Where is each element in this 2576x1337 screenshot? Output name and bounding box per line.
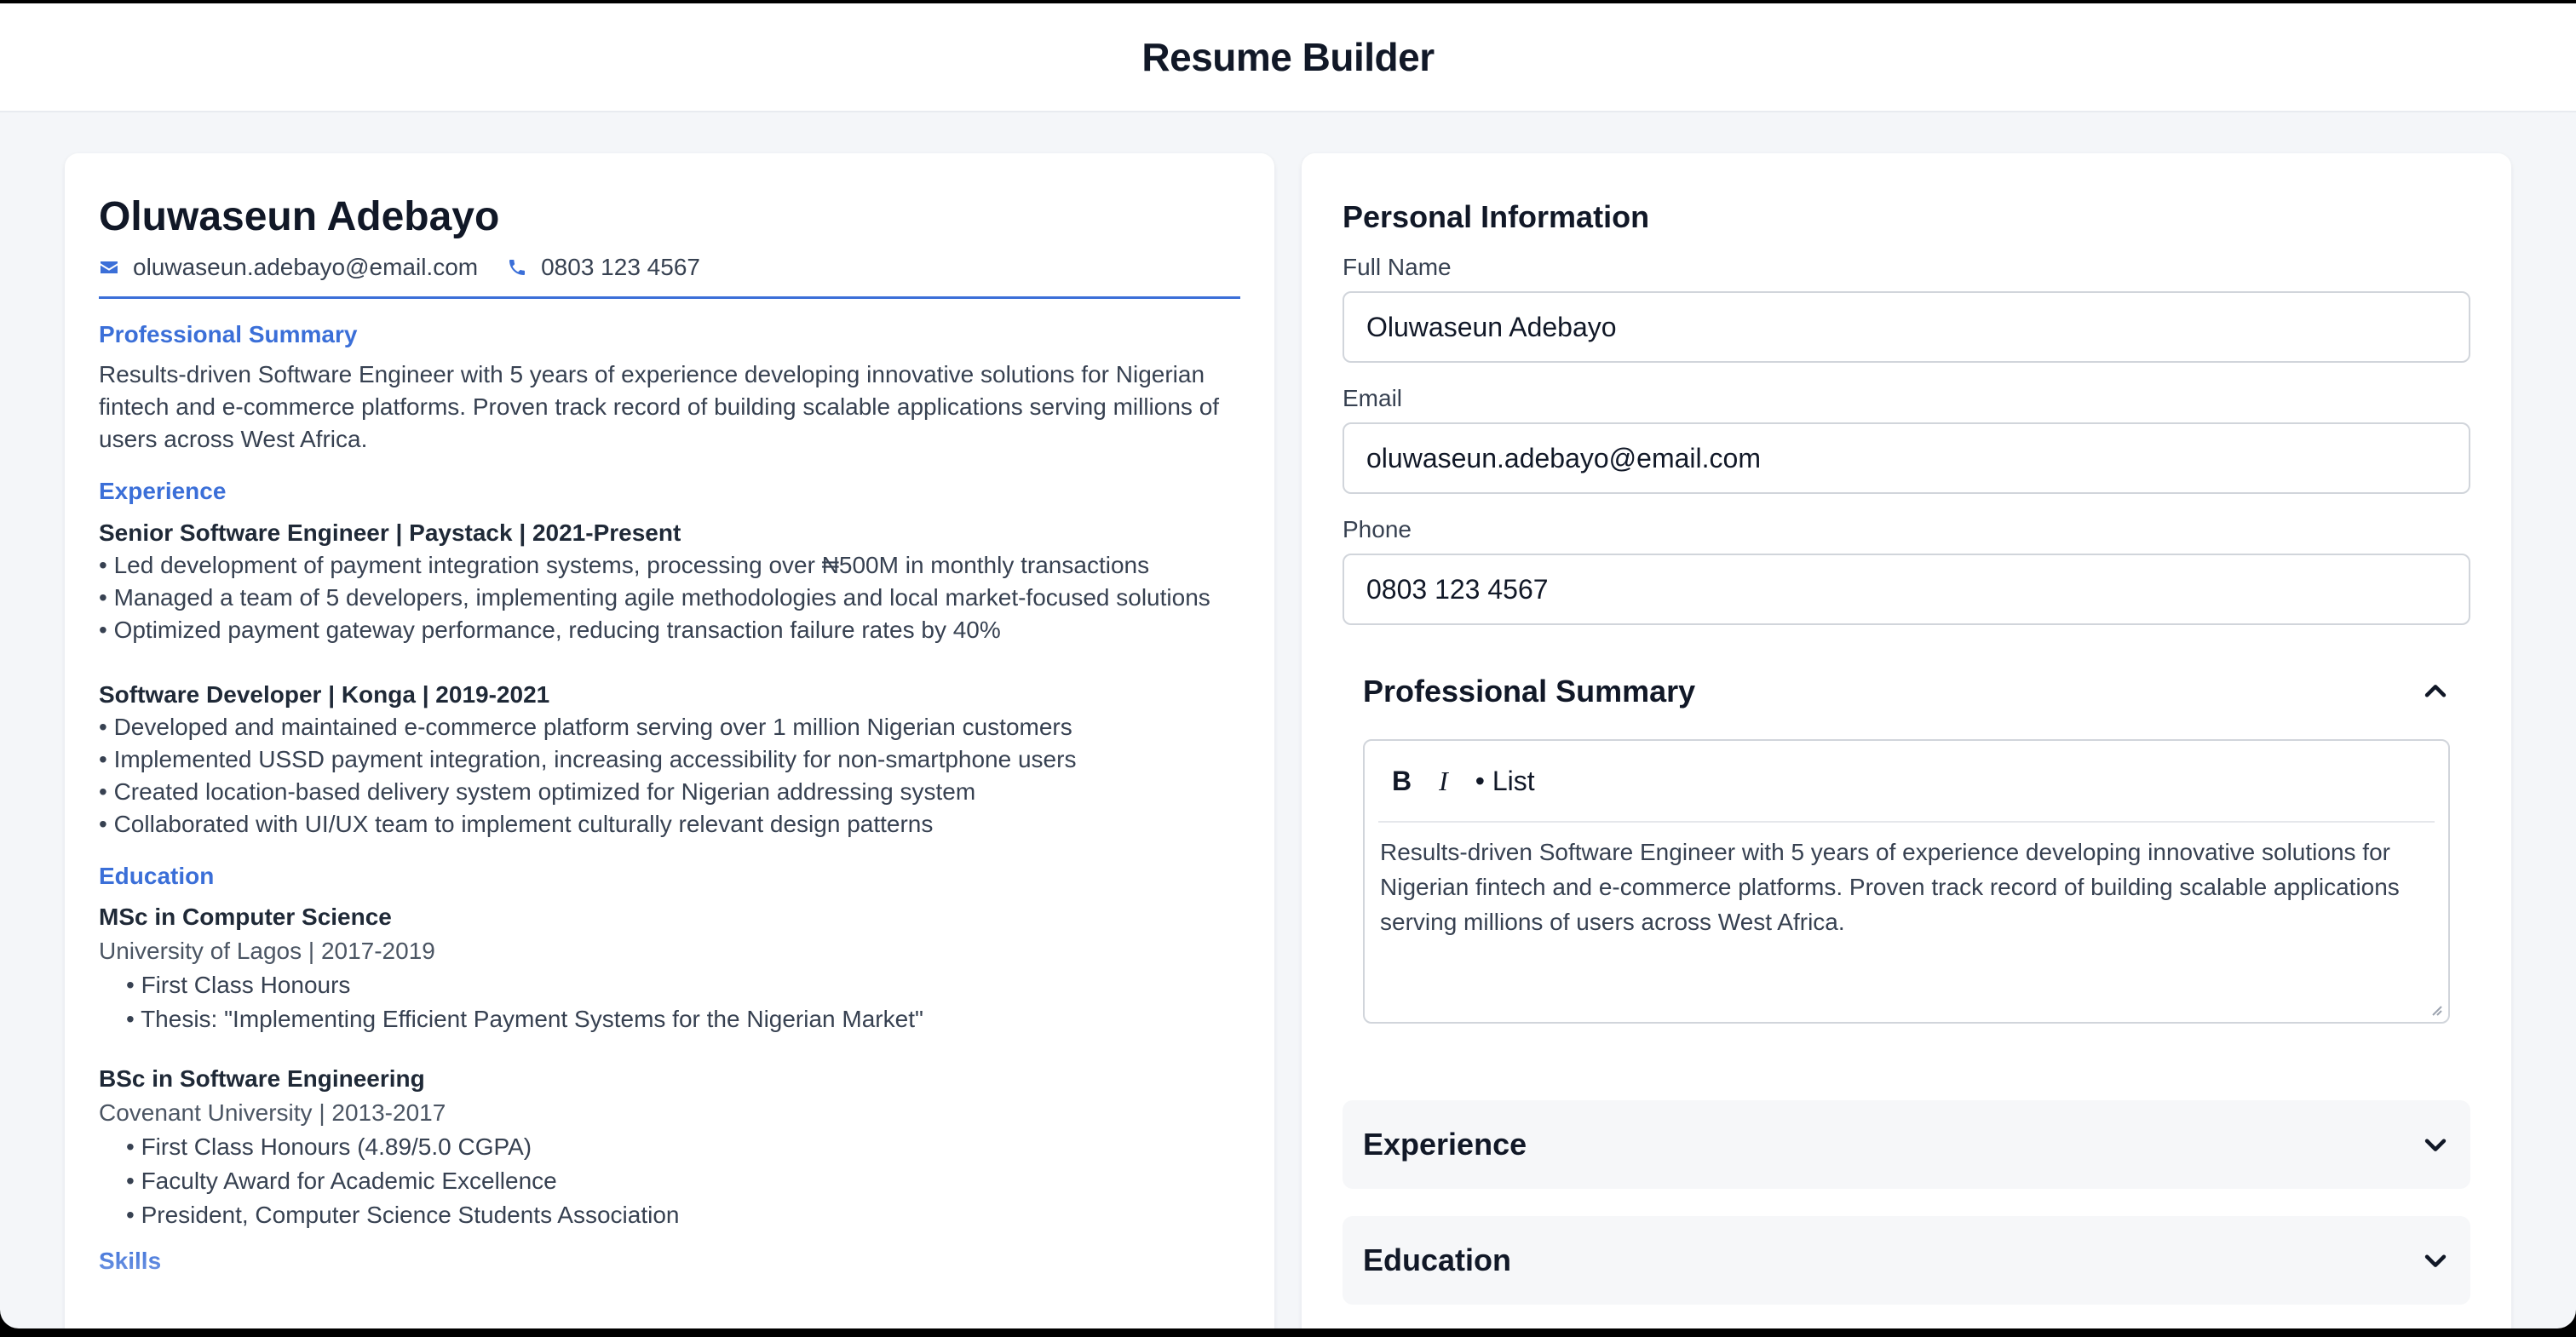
preview-summary-heading: Professional Summary <box>99 320 358 347</box>
preview-skills-heading: Skills <box>99 1247 162 1274</box>
phone-icon <box>509 259 526 275</box>
personal-info-heading: Personal Information <box>1343 199 1650 234</box>
preview-email: oluwaseun.adebayo@email.com <box>99 254 478 281</box>
email-label: Email <box>1343 385 1403 411</box>
app-window: Resume Builder Oluwaseun Adebayo oluwase… <box>0 3 2576 1328</box>
education-degree: MSc in Computer Science <box>99 903 392 930</box>
job-bullet: • Created location-based delivery system… <box>99 778 976 805</box>
chevron-up-icon[interactable] <box>2421 677 2450 706</box>
rich-text-toolbar: B I • List <box>1378 741 2435 823</box>
education-item: • First Class Honours (4.89/5.0 CGPA) <box>126 1133 532 1160</box>
experience-section-header[interactable]: Experience <box>1343 1100 2470 1189</box>
summary-section-header[interactable]: Professional Summary <box>1363 669 2450 714</box>
preview-phone-text: 0803 123 4567 <box>541 253 700 280</box>
summary-section-title: Professional Summary <box>1363 674 1696 709</box>
preview-education-entry: BSc in Software Engineering Covenant Uni… <box>99 1062 1240 1232</box>
preview-email-text: oluwaseun.adebayo@email.com <box>133 253 479 280</box>
job-title: Software Developer | Konga | 2019-2021 <box>99 680 550 708</box>
resume-editor[interactable]: Personal Information Full Name Email Pho… <box>1302 153 2511 1328</box>
preview-job: Software Developer | Konga | 2019-2021 •… <box>99 679 1240 841</box>
resize-handle-icon[interactable] <box>2428 1001 2443 1017</box>
preview-job: Senior Software Engineer | Paystack | 20… <box>99 517 1240 646</box>
preview-education-entry: MSc in Computer Science University of La… <box>99 900 1240 1036</box>
mail-icon <box>101 261 118 273</box>
full-name-label: Full Name <box>1343 254 1452 280</box>
summary-section: Professional Summary B I • List Results-… <box>1343 651 2470 1051</box>
job-bullet: • Managed a team of 5 developers, implem… <box>99 583 1210 611</box>
job-bullet: • Implemented USSD payment integration, … <box>99 745 1077 772</box>
chevron-down-icon[interactable] <box>2421 1130 2450 1159</box>
full-name-input[interactable] <box>1343 291 2470 363</box>
preview-name: Oluwaseun Adebayo <box>99 194 500 239</box>
experience-section-title: Experience <box>1363 1127 1527 1162</box>
education-school: Covenant University | 2013-2017 <box>99 1099 446 1126</box>
summary-textarea[interactable]: Results-driven Software Engineer with 5 … <box>1365 823 2448 951</box>
education-item: • Faculty Award for Academic Excellence <box>126 1167 557 1194</box>
phone-input[interactable] <box>1343 554 2470 625</box>
education-item: • President, Computer Science Students A… <box>126 1201 680 1228</box>
bold-button[interactable]: B <box>1378 755 1425 806</box>
education-item: • Thesis: "Implementing Efficient Paymen… <box>126 1005 923 1032</box>
education-section-title: Education <box>1363 1242 1512 1277</box>
preview-contact-row: oluwaseun.adebayo@email.com 0803 123 456… <box>99 254 1240 299</box>
email-input[interactable] <box>1343 422 2470 494</box>
education-section-header[interactable]: Education <box>1343 1216 2470 1305</box>
list-button[interactable]: • List <box>1462 755 1549 806</box>
resume-preview[interactable]: Oluwaseun Adebayo oluwaseun.adebayo@emai… <box>65 153 1274 1328</box>
job-bullet: • Optimized payment gateway performance,… <box>99 616 1001 643</box>
preview-education-heading: Education <box>99 862 215 889</box>
preview-phone: 0803 123 4567 <box>507 254 700 281</box>
job-bullet: • Led development of payment integration… <box>99 551 1150 578</box>
education-item: • First Class Honours <box>126 971 351 998</box>
phone-label: Phone <box>1343 516 1412 542</box>
job-bullet: • Collaborated with UI/UX team to implem… <box>99 810 934 837</box>
summary-editor[interactable]: B I • List Results-driven Software Engin… <box>1363 739 2450 1024</box>
chevron-down-icon[interactable] <box>2421 1246 2450 1275</box>
app-title: Resume Builder <box>1141 35 1435 79</box>
preview-experience-heading: Experience <box>99 477 227 504</box>
job-bullet: • Developed and maintained e-commerce pl… <box>99 713 1072 740</box>
italic-button[interactable]: I <box>1425 755 1462 806</box>
job-title: Senior Software Engineer | Paystack | 20… <box>99 519 681 546</box>
education-school: University of Lagos | 2017-2019 <box>99 937 435 964</box>
app-header: Resume Builder <box>0 3 2576 112</box>
preview-summary-text: Results-driven Software Engineer with 5 … <box>99 360 1220 452</box>
education-degree: BSc in Software Engineering <box>99 1064 425 1092</box>
